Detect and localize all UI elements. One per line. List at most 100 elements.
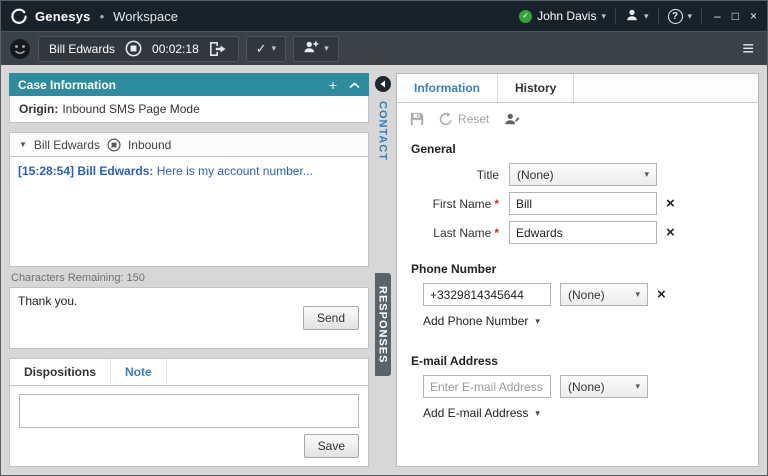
brand-separator: •	[100, 9, 105, 24]
check-icon: ✓	[256, 42, 267, 55]
title-select[interactable]: (None) ▾	[509, 163, 657, 186]
last-name-label: Last Name	[433, 226, 491, 240]
consult-button[interactable]: ▾	[293, 36, 339, 62]
tab-history[interactable]: History	[498, 74, 574, 102]
email-type-select[interactable]: (None) ▾	[560, 375, 648, 398]
party-row[interactable]: ▼ Bill Edwards Inbound	[9, 132, 369, 157]
contact-panel: Information History Reset General	[396, 73, 759, 467]
chevron-down-icon: ▼	[19, 141, 27, 149]
main-area: Case Information + Origin: Inbound SMS Pa…	[1, 65, 767, 475]
case-information-header: Case Information +	[9, 73, 369, 96]
add-case-data-button[interactable]: +	[329, 78, 337, 92]
maximize-button[interactable]: □	[732, 10, 739, 22]
section-phone: Phone Number	[411, 262, 744, 276]
reset-icon	[439, 112, 453, 126]
menu-button[interactable]: ≡	[737, 39, 759, 59]
close-button[interactable]: ×	[750, 10, 757, 22]
party-direction: Inbound	[128, 138, 171, 152]
help-menu[interactable]: ? ▾	[668, 9, 693, 24]
mark-done-button[interactable]: ✓ ▾	[246, 36, 286, 62]
tab-information[interactable]: Information	[397, 74, 498, 102]
email-type-value: (None)	[568, 380, 605, 394]
chevron-down-icon: ▾	[535, 409, 540, 418]
send-wrap: Send	[294, 288, 368, 348]
agent-menu[interactable]: ▾	[625, 8, 649, 25]
message-text: Here is my account number...	[157, 164, 313, 178]
first-name-input[interactable]	[509, 192, 657, 215]
case-origin-row: Origin: Inbound SMS Page Mode	[9, 96, 369, 123]
case-actions: +	[329, 78, 360, 92]
contact-toolbar: Reset	[397, 103, 758, 131]
tab-responses[interactable]: RESPONSES	[375, 273, 391, 376]
collapse-panel-button[interactable]	[375, 76, 391, 92]
add-contact-icon	[303, 40, 319, 57]
last-name-input[interactable]	[509, 221, 657, 244]
note-content	[10, 386, 368, 428]
minimize-button[interactable]: –	[714, 10, 721, 22]
phone-type-select[interactable]: (None) ▾	[560, 283, 648, 306]
user-name: John Davis	[537, 9, 596, 23]
side-tab-strip: CONTACT RESPONSES	[369, 73, 396, 467]
required-marker: *	[494, 226, 499, 240]
message-sender: Bill Edwards:	[77, 164, 153, 178]
last-name-row: Last Name* ×	[411, 221, 744, 244]
chevron-down-icon: ▾	[535, 317, 540, 326]
case-information-card: Case Information + Origin: Inbound SMS Pa…	[9, 73, 369, 123]
tab-dispositions[interactable]: Dispositions	[10, 359, 111, 385]
clear-first-name-button[interactable]: ×	[666, 196, 675, 211]
title-value: (None)	[517, 168, 554, 182]
send-button[interactable]: Send	[303, 306, 359, 330]
chevron-down-icon: ▾	[601, 12, 606, 21]
characters-remaining: Characters Remaining: 150	[9, 267, 369, 287]
chevron-down-icon: ▾	[324, 44, 329, 53]
app-name: Workspace	[113, 9, 178, 24]
add-email-button[interactable]: Add E-mail Address ▾	[423, 406, 540, 420]
separator	[615, 8, 616, 24]
case-information-title: Case Information	[18, 78, 116, 92]
interaction-controls: Bill Edwards 00:02:18	[38, 36, 239, 62]
compose-area: Thank you. Send	[9, 287, 369, 349]
brand-name: Genesys	[35, 9, 91, 24]
contact-form: General Title (None) ▾ First Name* ×	[397, 131, 758, 430]
titlebar-right: ✓ John Davis ▾ ▾ ? ▾ – □ ×	[519, 8, 757, 25]
collapse-case-button[interactable]	[349, 78, 360, 92]
email-input[interactable]	[423, 375, 551, 398]
phone-row: (None) ▾ ×	[423, 283, 744, 306]
clear-phone-button[interactable]: ×	[657, 287, 666, 302]
interaction-timer: 00:02:18	[152, 42, 199, 56]
separator	[701, 8, 702, 24]
save-contact-button[interactable]	[410, 112, 424, 126]
stop-interaction-button[interactable]	[125, 40, 142, 57]
interaction-toolbar: Bill Edwards 00:02:18 ✓ ▾ ▾ ≡	[1, 31, 767, 65]
chevron-down-icon: ▾	[644, 12, 649, 21]
tab-contact[interactable]: CONTACT	[377, 101, 389, 161]
first-name-label: First Name	[433, 197, 492, 211]
interaction-party-name: Bill Edwards	[49, 42, 115, 56]
user-status-menu[interactable]: ✓ John Davis ▾	[519, 9, 606, 23]
end-interaction-button[interactable]	[209, 41, 228, 57]
add-phone-number-button[interactable]: Add Phone Number ▾	[423, 314, 540, 328]
tab-note[interactable]: Note	[111, 359, 167, 385]
email-row: (None) ▾	[423, 375, 744, 398]
required-marker: *	[494, 197, 499, 211]
status-available-icon: ✓	[519, 10, 532, 23]
reset-label: Reset	[458, 112, 489, 126]
clear-last-name-button[interactable]: ×	[666, 225, 675, 240]
sms-interaction-icon	[9, 38, 31, 60]
reset-contact-button[interactable]: Reset	[439, 112, 489, 126]
message-input[interactable]: Thank you.	[10, 288, 294, 348]
assign-contact-button[interactable]	[504, 112, 520, 126]
contact-tabs: Information History	[397, 74, 758, 103]
origin-label: Origin:	[19, 102, 58, 116]
add-email-label: Add E-mail Address	[423, 406, 528, 420]
note-input[interactable]	[19, 394, 359, 428]
origin-value: Inbound SMS Page Mode	[62, 102, 199, 116]
inbound-status-icon	[107, 138, 121, 152]
phone-number-input[interactable]	[423, 283, 551, 306]
save-note-button[interactable]: Save	[304, 434, 359, 458]
chevron-down-icon: ▾	[272, 44, 277, 53]
chat-transcript: [15:28:54] Bill Edwards: Here is my acco…	[9, 157, 369, 267]
note-card: Dispositions Note Save	[9, 358, 369, 467]
title-row: Title (None) ▾	[411, 163, 744, 186]
section-general: General	[411, 142, 744, 156]
